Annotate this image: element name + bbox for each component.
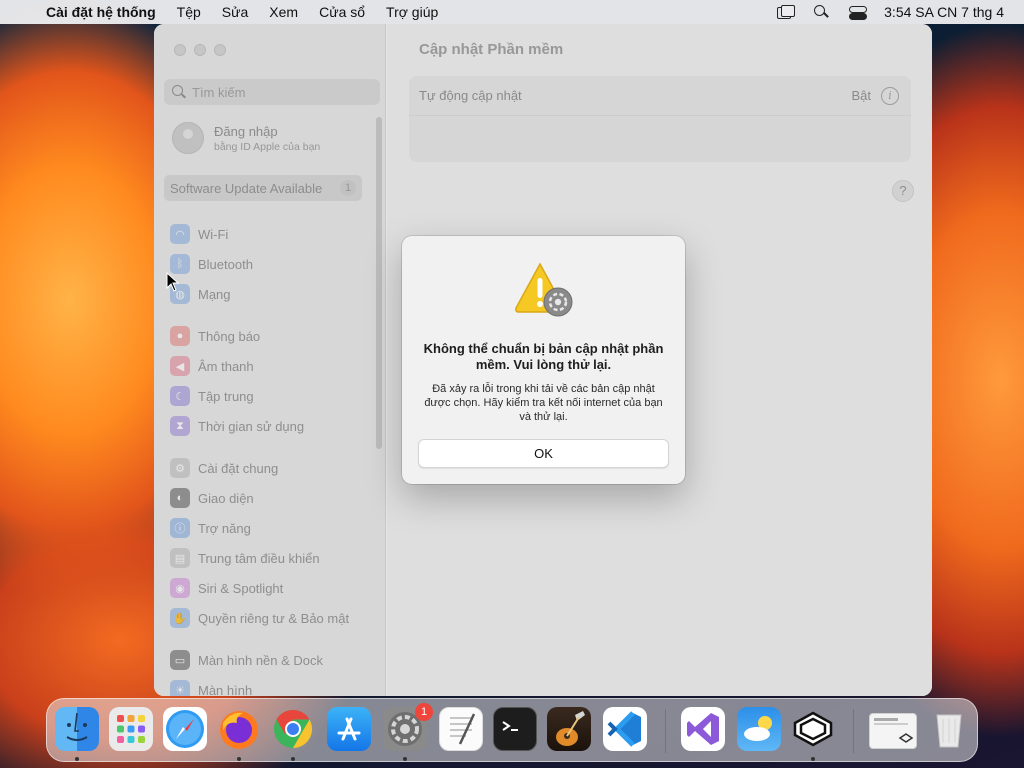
terminal-icon[interactable] (493, 707, 537, 751)
spotlight-search-icon[interactable] (812, 5, 830, 19)
unity-running-dot (811, 757, 815, 761)
garageband-icon[interactable] (547, 707, 591, 751)
warning-gear-icon (512, 262, 576, 318)
dock-separator (853, 709, 854, 753)
finder-running-dot (75, 757, 79, 761)
unity-icon[interactable] (791, 707, 835, 751)
control-center-icon[interactable] (848, 5, 868, 20)
firefox-running-dot (237, 757, 241, 761)
alert-message: Đã xảy ra lỗi trong khi tải về các bản c… (424, 383, 663, 423)
trash-icon[interactable] (927, 707, 971, 751)
menu-help[interactable]: Trợ giúp (386, 4, 438, 20)
visual-studio-icon[interactable] (681, 707, 725, 751)
firefox-icon[interactable] (217, 707, 261, 751)
app-menu[interactable]: Cài đặt hệ thống (46, 4, 156, 20)
menu-file[interactable]: Tệp (177, 4, 201, 20)
ok-button[interactable]: OK (418, 439, 669, 468)
chrome-running-dot (291, 757, 295, 761)
menubar-clock[interactable]: 3:54 SA CN 7 thg 4 (884, 4, 1004, 20)
launchpad-icon[interactable] (109, 707, 153, 751)
dock: 1 (46, 698, 978, 762)
menu-view[interactable]: Xem (269, 4, 298, 20)
dock-separator (665, 709, 666, 753)
app-store-icon[interactable] (327, 707, 371, 751)
mouse-cursor-icon (166, 272, 180, 292)
vscode-icon[interactable] (603, 707, 647, 751)
weather-icon[interactable] (737, 707, 781, 751)
update-error-alert: Không thể chuẩn bị bản cập nhật phần mềm… (402, 236, 685, 484)
settings-running-dot (403, 757, 407, 761)
finder-icon[interactable] (55, 707, 99, 751)
menu-window[interactable]: Cửa sổ (319, 4, 365, 20)
settings-notification-badge: 1 (415, 703, 433, 721)
downloads-stack-icon[interactable] (869, 713, 917, 749)
alert-title: Không thể chuẩn bị bản cập nhật phần mềm… (423, 341, 664, 372)
menu-edit[interactable]: Sửa (222, 4, 249, 20)
screen-mirroring-icon[interactable] (776, 5, 796, 19)
menu-bar: Cài đặt hệ thống Tệp Sửa Xem Cửa sổ Trợ … (0, 0, 1024, 24)
safari-icon[interactable] (163, 707, 207, 751)
chrome-icon[interactable] (271, 707, 315, 751)
textedit-icon[interactable] (439, 707, 483, 751)
